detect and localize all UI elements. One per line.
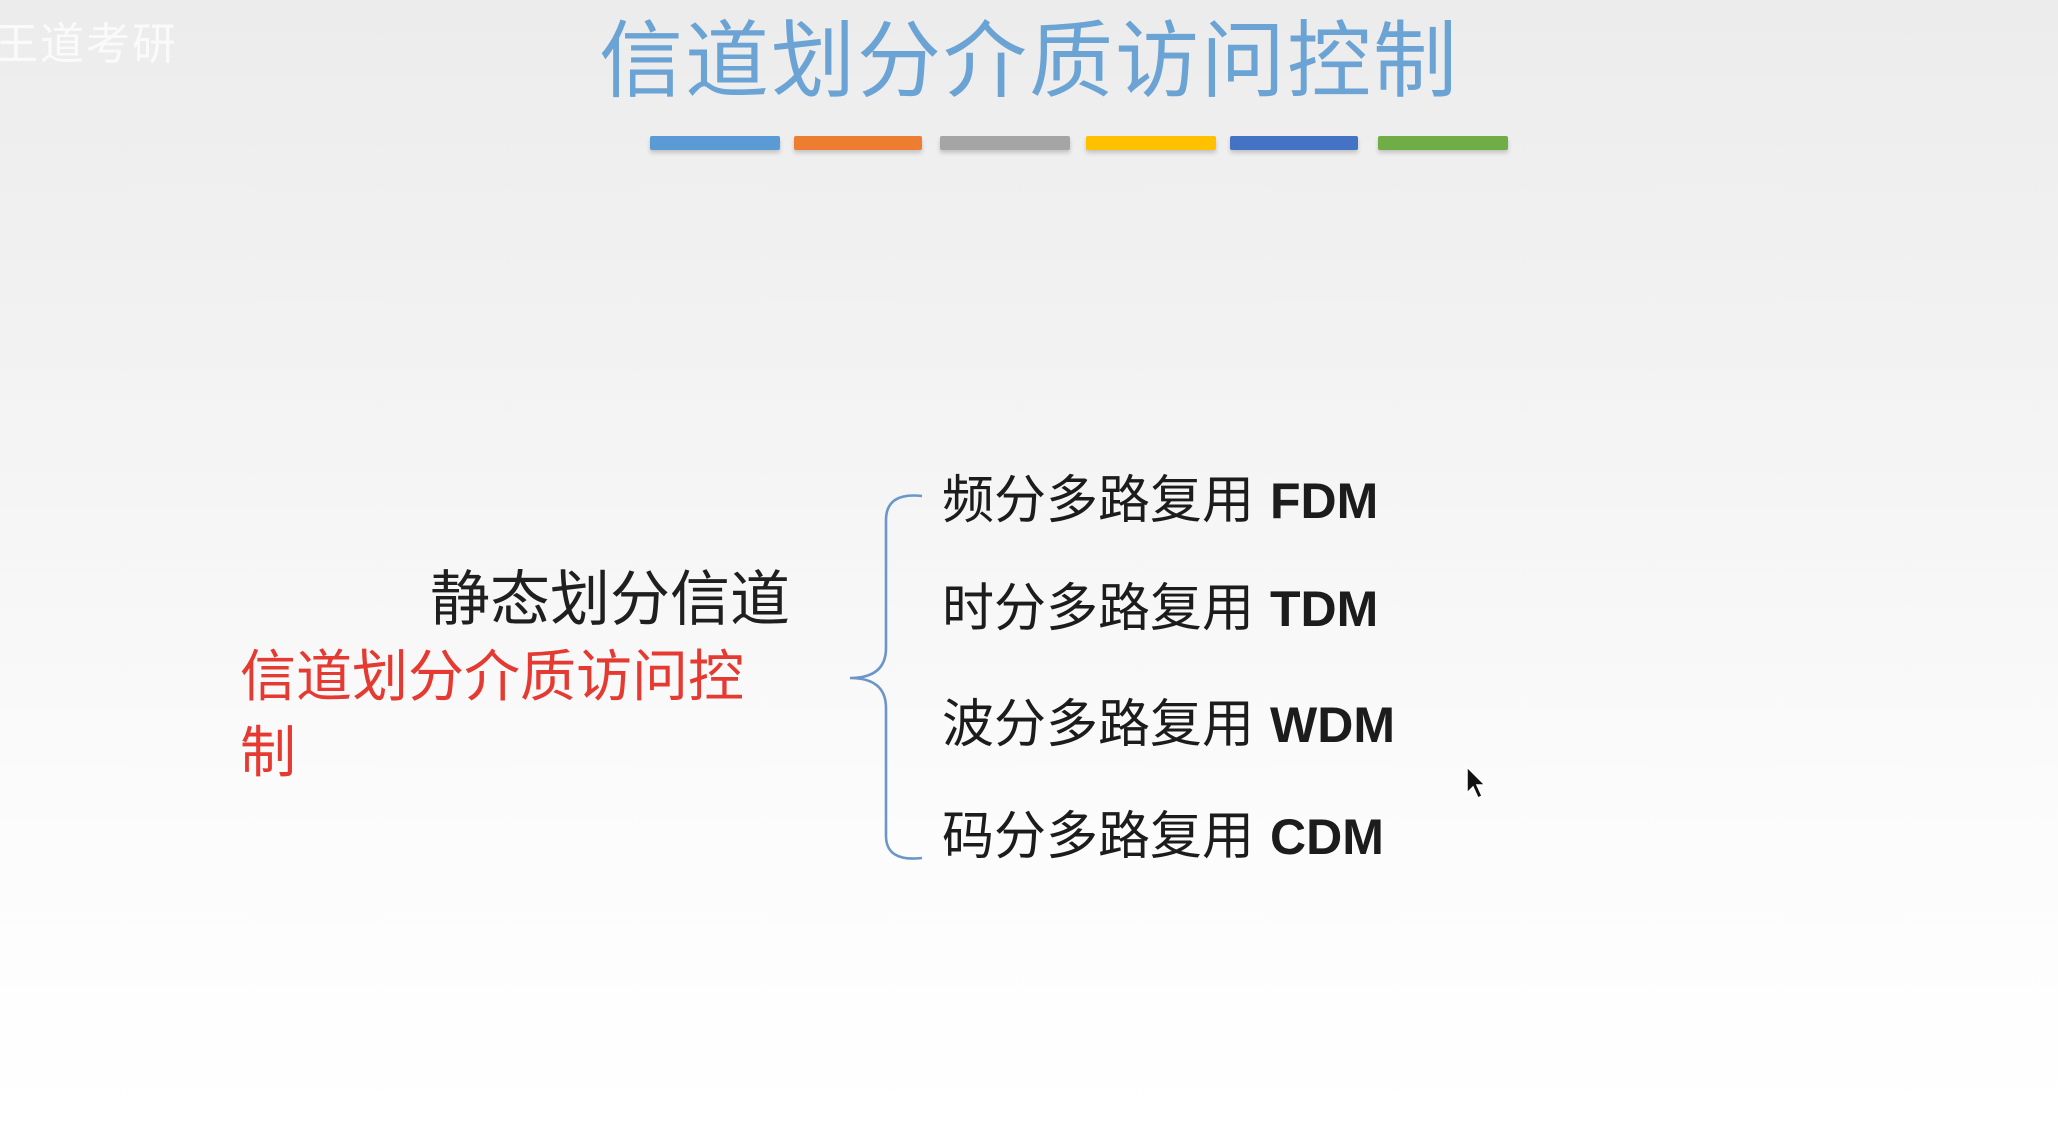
slide-title: 信道划分介质访问控制 xyxy=(598,12,1459,110)
list-item-wdm: 波分多路复用 WDM xyxy=(942,690,1395,760)
list-item-cdm: 码分多路复用 CDM xyxy=(942,802,1384,872)
title-underline-bar-4 xyxy=(1086,136,1216,150)
title-underline-bar-5 xyxy=(1230,136,1358,150)
channel-partition-mac-label: 信道划分介质访问控制 xyxy=(240,645,744,786)
wdm-abbr: WDM xyxy=(1270,697,1395,753)
title-underline-bar-1 xyxy=(650,136,780,150)
slide: 王道考研 信道划分介质访问控制 静态划分信道 信道划分介质访问控制 频分多路复用… xyxy=(0,0,2058,1122)
cdm-abbr: CDM xyxy=(1270,809,1384,865)
fdm-abbr: FDM xyxy=(1270,473,1379,529)
tdm-label: 时分多路复用 xyxy=(942,579,1255,639)
tdm-abbr: TDM xyxy=(1270,581,1379,637)
cdm-label: 码分多路复用 xyxy=(942,807,1255,867)
list-item-fdm: 频分多路复用 FDM xyxy=(942,466,1378,536)
left-brace-icon xyxy=(849,494,923,860)
wdm-label: 波分多路复用 xyxy=(942,695,1255,755)
title-underline-bar-6 xyxy=(1378,136,1508,150)
mouse-pointer-icon xyxy=(1466,765,1487,800)
list-item-tdm: 时分多路复用 TDM xyxy=(942,574,1378,644)
fdm-label: 频分多路复用 xyxy=(942,471,1255,531)
title-underline-bar-2 xyxy=(794,136,922,150)
title-underline-bar-3 xyxy=(940,136,1070,150)
